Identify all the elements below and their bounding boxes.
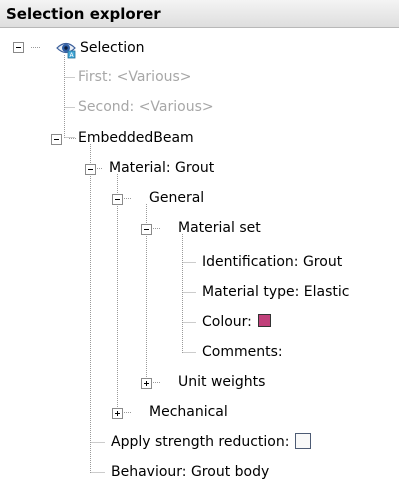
tree-node-selection[interactable]: Selection [80, 39, 145, 57]
eye-icon: A [56, 42, 76, 59]
tree-node-unit-weights[interactable]: Unit weights [178, 373, 265, 391]
tree-node-embedded-beam[interactable]: EmbeddedBeam [78, 129, 194, 147]
material-expander[interactable] [85, 164, 96, 175]
panel-title: Selection explorer [6, 5, 161, 23]
tree-node-general[interactable]: General [149, 189, 204, 207]
tree-node-apply-strength-reduction[interactable]: Apply strength reduction: [111, 433, 312, 451]
tree-node-material-set[interactable]: Material set [178, 219, 261, 237]
tree-node-behaviour[interactable]: Behaviour: Grout body [111, 463, 269, 481]
embedded-beam-expander[interactable] [51, 134, 62, 145]
selection-explorer-panel: Selection explorer A Selection First: <V… [0, 0, 399, 504]
colour-swatch[interactable] [257, 314, 271, 327]
tree-node-material-type[interactable]: Material type: Elastic [202, 283, 349, 301]
colour-label: Colour: [202, 314, 252, 330]
tree-node-first[interactable]: First: <Various> [78, 68, 192, 86]
general-expander[interactable] [112, 194, 123, 205]
tree-connector-lines [31, 47, 196, 474]
tree-node-mechanical[interactable]: Mechanical [149, 403, 228, 421]
apply-strength-reduction-label: Apply strength reduction: [111, 434, 290, 450]
tree-node-comments[interactable]: Comments: [202, 343, 283, 361]
tree-node-second[interactable]: Second: <Various> [78, 98, 214, 116]
apply-strength-reduction-checkbox[interactable] [295, 433, 312, 449]
mechanical-expander[interactable] [112, 408, 123, 419]
material-set-expander[interactable] [141, 224, 152, 235]
tree-node-colour[interactable]: Colour: [202, 313, 271, 331]
tree-node-identification[interactable]: Identification: Grout [202, 253, 342, 271]
unit-weights-expander[interactable] [141, 378, 152, 389]
panel-header: Selection explorer [0, 0, 399, 28]
tree-node-material[interactable]: Material: Grout [109, 159, 214, 177]
selection-expander[interactable] [13, 42, 24, 53]
